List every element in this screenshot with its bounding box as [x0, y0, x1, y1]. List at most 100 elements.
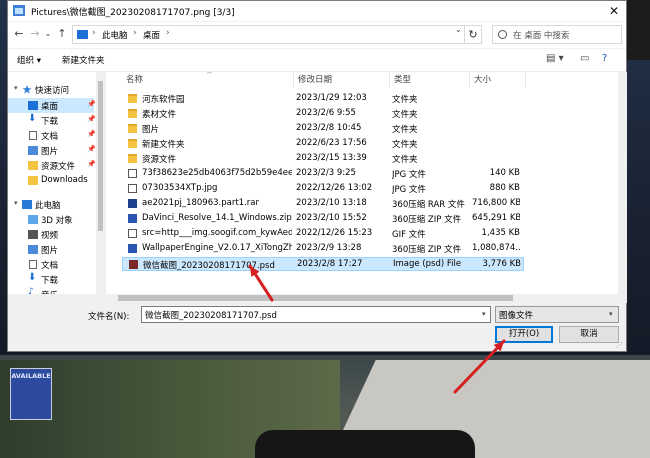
filename-label: 文件名(N): — [88, 312, 130, 322]
breadcrumb-separator-icon: › — [133, 28, 137, 38]
rar-file-icon — [128, 199, 137, 208]
background-dock — [255, 430, 475, 458]
sidebar-item-downloads[interactable]: ⬇ 下载 📌 — [8, 113, 96, 128]
file-name: DaVinci_Resolve_14.1_Windows.zip — [142, 213, 292, 223]
file-row[interactable]: 资源文件 2023/2/15 13:39 文件夹 — [122, 152, 524, 166]
pin-icon: 📌 — [87, 100, 96, 108]
filename-dropdown-icon[interactable]: ▾ — [482, 310, 486, 318]
file-row[interactable]: WallpaperEngine_V2.0.17_XiTongZhiJi... 20… — [122, 242, 524, 256]
file-name: 73f38623e25db4063f75d2b59e4ee79... — [142, 168, 292, 178]
sidebar-item-documents-pc[interactable]: 文档 — [8, 257, 94, 272]
sidebar-item-pictures[interactable]: 图片 📌 — [8, 143, 96, 158]
sidebar-item-downloads-pc[interactable]: ⬇ 下载 — [8, 272, 94, 287]
zip-file-icon — [128, 214, 137, 223]
help-icon[interactable]: ? — [602, 53, 607, 64]
sidebar-scrollbar-thumb[interactable] — [98, 81, 103, 231]
breadcrumb-this-pc[interactable]: 此电脑 — [102, 29, 128, 41]
folder-icon — [28, 161, 38, 170]
file-row[interactable]: 73f38623e25db4063f75d2b59e4ee79... 2023/2… — [122, 167, 524, 181]
file-date: 2023/2/8 10:45 — [296, 123, 362, 133]
refresh-button[interactable]: ↻ — [464, 25, 482, 44]
sidebar-item-resource-files[interactable]: 资源文件 📌 — [8, 158, 96, 173]
folder-icon — [128, 109, 137, 118]
file-date: 2023/2/6 9:55 — [296, 108, 356, 118]
file-size: 645,291 KB — [472, 213, 520, 223]
filetype-dropdown-icon[interactable]: ▾ — [609, 310, 613, 318]
column-header-name[interactable]: 名称 ^ — [122, 72, 294, 88]
column-header-type[interactable]: 类型 — [390, 72, 470, 88]
sidebar-item-3d-objects[interactable]: 3D 对象 — [8, 212, 94, 227]
background-strip — [627, 0, 650, 60]
star-icon — [22, 85, 32, 94]
back-button[interactable]: ← — [12, 27, 26, 41]
folder-icon — [128, 124, 137, 133]
column-header-size[interactable]: 大小 — [470, 72, 526, 88]
pin-icon: 📌 — [87, 145, 96, 153]
file-name: 07303534XTp.jpg — [142, 183, 218, 193]
file-name: src=http___img.soogif.com_kywAedM... — [142, 228, 292, 238]
jpg-file-icon — [128, 184, 137, 193]
view-options-icon[interactable]: ▤ ▾ — [546, 53, 564, 64]
open-button[interactable]: 打开(O) — [495, 326, 553, 343]
organize-button[interactable]: 组织 ▾ — [17, 54, 41, 66]
picture-icon — [28, 245, 38, 254]
file-row[interactable]: src=http___img.soogif.com_kywAedM... 2022… — [122, 227, 524, 241]
new-folder-button[interactable]: 新建文件夹 — [62, 54, 105, 66]
zip-file-icon — [128, 244, 137, 253]
file-row[interactable]: DaVinci_Resolve_14.1_Windows.zip 2023/2/1… — [122, 212, 524, 226]
file-date: 2023/2/9 13:28 — [296, 243, 362, 253]
sidebar-item-videos[interactable]: 视频 — [8, 227, 94, 242]
document-icon — [29, 260, 37, 269]
recent-dropdown-button[interactable]: ⌄ — [41, 27, 55, 41]
close-button[interactable]: ✕ — [602, 1, 626, 21]
file-row[interactable]: ae2021pj_180963.part1.rar 2023/2/10 13:18… — [122, 197, 524, 211]
breadcrumb-desktop[interactable]: 桌面 — [143, 29, 160, 41]
file-type: 360压缩 ZIP 文件 — [392, 215, 462, 225]
file-date: 2023/2/8 17:27 — [297, 259, 363, 269]
address-dropdown-icon[interactable]: ⌄ — [455, 25, 462, 34]
cube-icon — [28, 215, 38, 224]
navigation-pane: ▾ 快速访问 桌面 📌 ⬇ 下载 📌 文档 📌 图片 📌 资源文件 📌 Down… — [8, 72, 96, 294]
filename-input[interactable]: 微信截图_20230208171707.psd — [141, 306, 491, 323]
sidebar-item-desktop[interactable]: 桌面 📌 — [8, 98, 96, 113]
file-row[interactable]: 素材文件 2023/2/6 9:55 文件夹 — [122, 107, 524, 121]
file-row[interactable]: 07303534XTp.jpg 2022/12/26 13:02 JPG 文件 880… — [122, 182, 524, 196]
address-bar[interactable]: › 此电脑 › 桌面 › — [72, 25, 482, 44]
sort-up-icon: ^ — [206, 72, 213, 79]
horizontal-scrollbar-thumb[interactable] — [118, 295, 513, 301]
sidebar-item-pictures-pc[interactable]: 图片 — [8, 242, 94, 257]
sidebar-item-downloads-folder[interactable]: Downloads — [8, 173, 94, 188]
cancel-button[interactable]: 取消 — [559, 326, 619, 343]
search-box[interactable]: 在 桌面 中搜索 — [492, 25, 622, 44]
file-date: 2023/2/3 9:25 — [296, 168, 356, 178]
file-row[interactable]: 微信截图_20230208171707.psd 2023/2/8 17:27 Ima… — [122, 257, 524, 271]
preview-pane-icon[interactable]: ▭ — [580, 53, 589, 64]
vertical-scrollbar[interactable] — [618, 72, 627, 303]
file-size: 880 KB — [489, 183, 520, 193]
resize-grip-icon[interactable]: ⋰ — [616, 341, 623, 349]
pin-icon: 📌 — [87, 130, 96, 138]
file-date: 2022/12/26 15:23 — [296, 228, 373, 238]
file-row[interactable]: 新建文件夹 2022/6/23 17:56 文件夹 — [122, 137, 524, 151]
gif-file-icon — [128, 229, 137, 238]
search-icon — [498, 30, 507, 39]
sidebar-item-documents[interactable]: 文档 📌 — [8, 128, 96, 143]
command-bar: 组织 ▾ 新建文件夹 ▤ ▾ ▭ ? — [8, 49, 626, 72]
forward-button[interactable]: → — [28, 27, 42, 41]
up-button[interactable]: ↑ — [55, 27, 69, 41]
file-size: 1,435 KB — [481, 228, 520, 238]
sidebar-item-quick-access[interactable]: ▾ 快速访问 — [8, 82, 94, 97]
sidebar-item-music[interactable]: ♪ 音乐 — [8, 287, 94, 294]
filetype-select[interactable]: 图像文件 — [495, 306, 619, 323]
search-input[interactable]: 在 桌面 中搜索 — [513, 29, 569, 41]
folder-icon — [28, 176, 38, 185]
column-header-date[interactable]: 修改日期 — [294, 72, 390, 88]
sidebar-item-this-pc[interactable]: ▾ 此电脑 — [8, 197, 94, 212]
chevron-down-icon: ▾ — [14, 84, 18, 92]
folder-icon — [128, 94, 137, 103]
file-type: JPG 文件 — [392, 170, 426, 180]
picture-icon — [28, 146, 38, 155]
file-type: 360压缩 RAR 文件 — [392, 200, 465, 210]
file-row[interactable]: 图片 2023/2/8 10:45 文件夹 — [122, 122, 524, 136]
file-row[interactable]: 河东软件园 2023/1/29 12:03 文件夹 — [122, 92, 524, 106]
